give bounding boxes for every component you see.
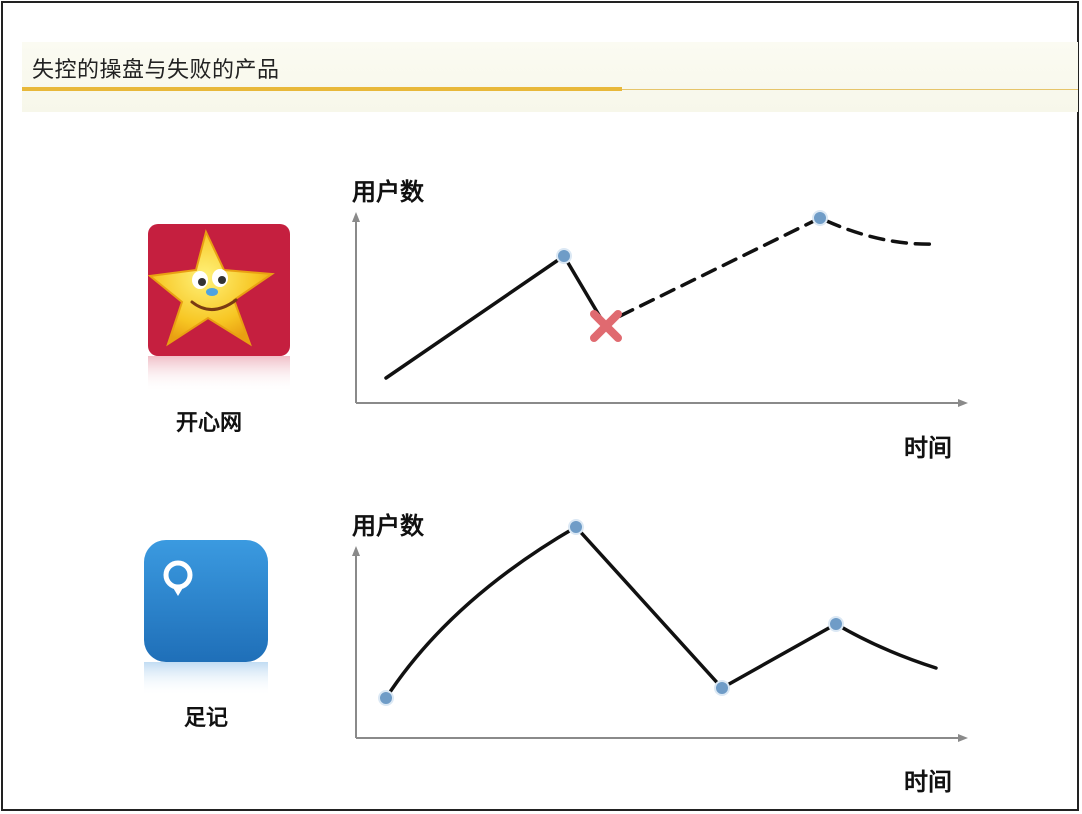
chart-2-trough-point xyxy=(714,680,730,696)
app-name-zuji: 足记 xyxy=(184,706,229,731)
chart-2-peak-point xyxy=(568,519,584,535)
chart-2-start-point xyxy=(378,690,394,706)
diagram-canvas xyxy=(144,210,968,742)
kaixin-star-icon xyxy=(147,224,290,392)
failure-x-icon xyxy=(590,310,622,342)
chart-1-axes xyxy=(352,212,968,407)
chart-2-y-label: 用户数 xyxy=(352,512,424,540)
chart-1-x-label: 时间 xyxy=(904,434,952,462)
chart-2-x-label: 时间 xyxy=(904,768,952,796)
chart-2-user-line xyxy=(384,525,938,700)
chart-1-y-label: 用户数 xyxy=(352,178,424,206)
chart-1-projected-peak-point xyxy=(812,210,828,226)
chart-1-projected-line xyxy=(618,216,938,318)
chart-2-second-peak-point xyxy=(828,616,844,632)
app-name-kaixin: 开心网 xyxy=(176,411,243,436)
chart-1-peak-point xyxy=(556,248,572,264)
chart-1-growth-line xyxy=(384,254,608,380)
zuji-location-icon xyxy=(144,540,268,696)
